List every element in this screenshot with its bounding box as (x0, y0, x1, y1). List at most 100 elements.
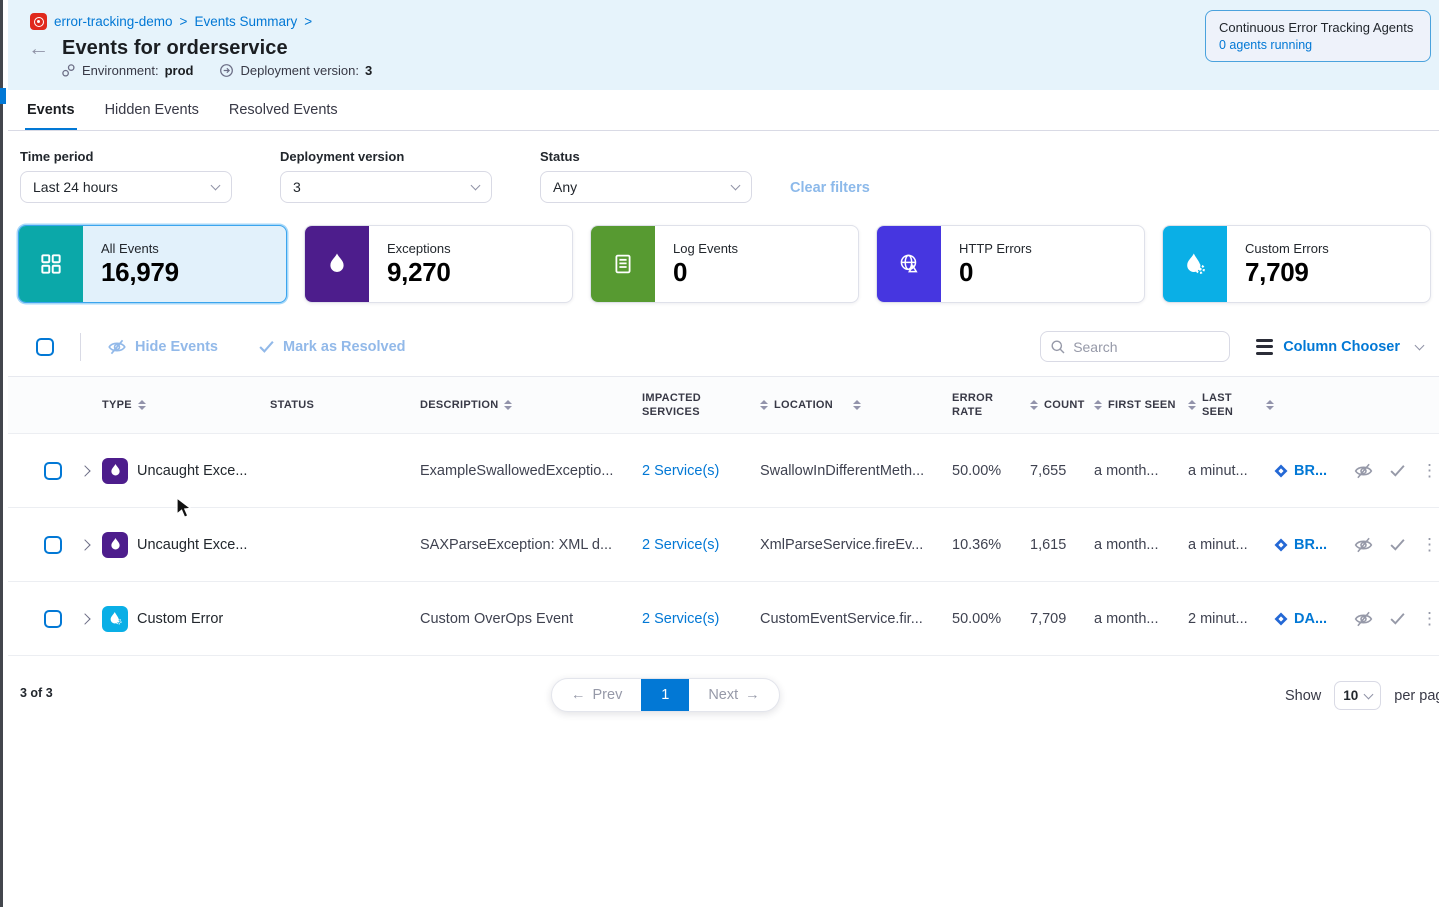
eye-off-icon (107, 338, 127, 356)
column-header-error-rate: ERROR RATE (952, 391, 1030, 420)
column-chooser-button[interactable]: Column Chooser (1283, 339, 1400, 355)
prev-page-button[interactable]: ← Prev (552, 679, 641, 711)
event-description: Custom OverOps Event (420, 611, 642, 627)
hide-event-icon[interactable] (1353, 610, 1374, 628)
tab-resolved-events[interactable]: Resolved Events (227, 90, 340, 130)
column-header-type[interactable]: TYPE (102, 398, 270, 412)
column-header-description[interactable]: DESCRIPTION (420, 398, 642, 412)
sort-icon[interactable] (1188, 400, 1196, 411)
card-label: HTTP Errors (959, 241, 1032, 256)
row-checkbox[interactable] (44, 462, 62, 480)
time-period-select[interactable]: Last 24 hours (20, 171, 232, 203)
row-expand-button[interactable] (68, 467, 102, 475)
select-all-checkbox[interactable] (36, 338, 54, 356)
event-type: Uncaught Exce... (137, 463, 247, 479)
card-label: Log Events (673, 241, 738, 256)
resolve-event-icon[interactable] (1389, 537, 1406, 552)
card-log-events[interactable]: Log Events 0 (590, 225, 859, 303)
sort-icon[interactable] (853, 400, 861, 411)
environment-meta: Environment: prod (61, 63, 193, 78)
back-arrow-icon[interactable]: ← (28, 38, 49, 59)
card-http-errors[interactable]: HTTP Errors 0 (876, 225, 1145, 303)
sort-icon[interactable] (138, 400, 146, 411)
impacted-services-link[interactable]: 2 Service(s) (642, 611, 760, 627)
table-footer: 3 of 3 ← Prev 1 Next → Show 10 per page (8, 678, 1439, 722)
sort-icon[interactable] (504, 400, 512, 411)
status-filter-label: Status (540, 149, 752, 164)
card-exceptions[interactable]: Exceptions 9,270 (304, 225, 573, 303)
breadcrumb-events-summary-link[interactable]: Events Summary (194, 14, 297, 29)
arrow-left-icon: ← (571, 687, 586, 703)
column-header-last-seen[interactable]: LAST SEEN (1188, 391, 1274, 420)
document-icon (591, 226, 655, 302)
event-location: SwallowInDifferentMeth... (760, 463, 952, 479)
impacted-services-link[interactable]: 2 Service(s) (642, 463, 760, 479)
breadcrumb-project-link[interactable]: error-tracking-demo (54, 14, 173, 29)
row-expand-button[interactable] (68, 541, 102, 549)
page-size-select[interactable]: 10 (1334, 681, 1381, 710)
page-number-button[interactable]: 1 (641, 679, 689, 711)
search-input[interactable] (1040, 331, 1230, 362)
row-count-summary: 3 of 3 (20, 686, 53, 700)
card-custom-errors[interactable]: Custom Errors 7,709 (1162, 225, 1431, 303)
grid-icon (19, 226, 83, 302)
column-header-count[interactable]: COUNT (1030, 398, 1094, 412)
event-type: Uncaught Exce... (137, 537, 247, 553)
agents-status-box[interactable]: Continuous Error Tracking Agents 0 agent… (1205, 10, 1431, 62)
tab-hidden-events[interactable]: Hidden Events (103, 90, 201, 130)
chevron-right-icon (79, 539, 90, 550)
row-menu-icon[interactable]: ⋮ (1421, 536, 1438, 553)
error-rate: 10.36% (952, 537, 1030, 553)
pagination: ← Prev 1 Next → (551, 678, 780, 712)
chevron-down-icon (211, 181, 221, 191)
page-size-control: Show 10 per page (1285, 681, 1439, 710)
hide-event-icon[interactable] (1353, 462, 1374, 480)
row-expand-button[interactable] (68, 615, 102, 623)
deployment-version-select[interactable]: 3 (280, 171, 492, 203)
sort-icon[interactable] (1094, 400, 1102, 411)
deployment-version-value: 3 (365, 63, 372, 78)
next-page-button[interactable]: Next → (689, 679, 778, 711)
table-row: Custom Error Custom OverOps Event 2 Serv… (8, 582, 1439, 656)
column-header-first-seen[interactable]: FIRST SEEN (1094, 398, 1188, 412)
row-menu-icon[interactable]: ⋮ (1421, 610, 1438, 627)
mark-resolved-button[interactable]: Mark as Resolved (258, 339, 406, 355)
events-table: TYPE STATUS DESCRIPTION IMPACTED SERVICE… (8, 376, 1439, 656)
card-all-events[interactable]: All Events 16,979 (18, 225, 287, 303)
page-header: error-tracking-demo > Events Summary > ←… (8, 0, 1439, 90)
status-select[interactable]: Any (540, 171, 752, 203)
sort-icon[interactable] (1030, 400, 1038, 411)
first-seen: a month... (1094, 463, 1188, 479)
row-checkbox[interactable] (44, 536, 62, 554)
hide-events-button[interactable]: Hide Events (107, 338, 218, 356)
deployment-version-icon (219, 63, 234, 78)
sort-icon[interactable] (1266, 400, 1274, 411)
first-seen: a month... (1094, 611, 1188, 627)
version-link[interactable]: BR... (1274, 537, 1353, 553)
resolve-event-icon[interactable] (1389, 463, 1406, 478)
tab-events[interactable]: Events (25, 90, 77, 130)
version-link[interactable]: BR... (1274, 463, 1353, 479)
version-link[interactable]: DA... (1274, 611, 1353, 627)
impacted-services-link[interactable]: 2 Service(s) (642, 537, 760, 553)
deployment-version-label: Deployment version: (240, 63, 359, 78)
globe-icon (877, 226, 941, 302)
hide-event-icon[interactable] (1353, 536, 1374, 554)
flame-icon (305, 226, 369, 302)
event-description: SAXParseException: XML d... (420, 537, 642, 553)
column-header-location[interactable]: LOCATION (760, 398, 952, 412)
row-checkbox[interactable] (44, 610, 62, 628)
version-diamond-icon (1274, 538, 1288, 552)
row-menu-icon[interactable]: ⋮ (1421, 462, 1438, 479)
chevron-down-icon[interactable] (1415, 340, 1425, 350)
column-chooser-icon[interactable] (1256, 339, 1273, 355)
search-icon (1050, 339, 1066, 355)
resolve-event-icon[interactable] (1389, 611, 1406, 626)
flame-gear-icon (1163, 226, 1227, 302)
agents-running-link[interactable]: 0 agents running (1219, 38, 1417, 52)
environment-icon (61, 63, 76, 78)
error-rate: 50.00% (952, 463, 1030, 479)
error-rate: 50.00% (952, 611, 1030, 627)
clear-filters-button[interactable]: Clear filters (790, 180, 870, 196)
sort-icon[interactable] (760, 400, 768, 411)
